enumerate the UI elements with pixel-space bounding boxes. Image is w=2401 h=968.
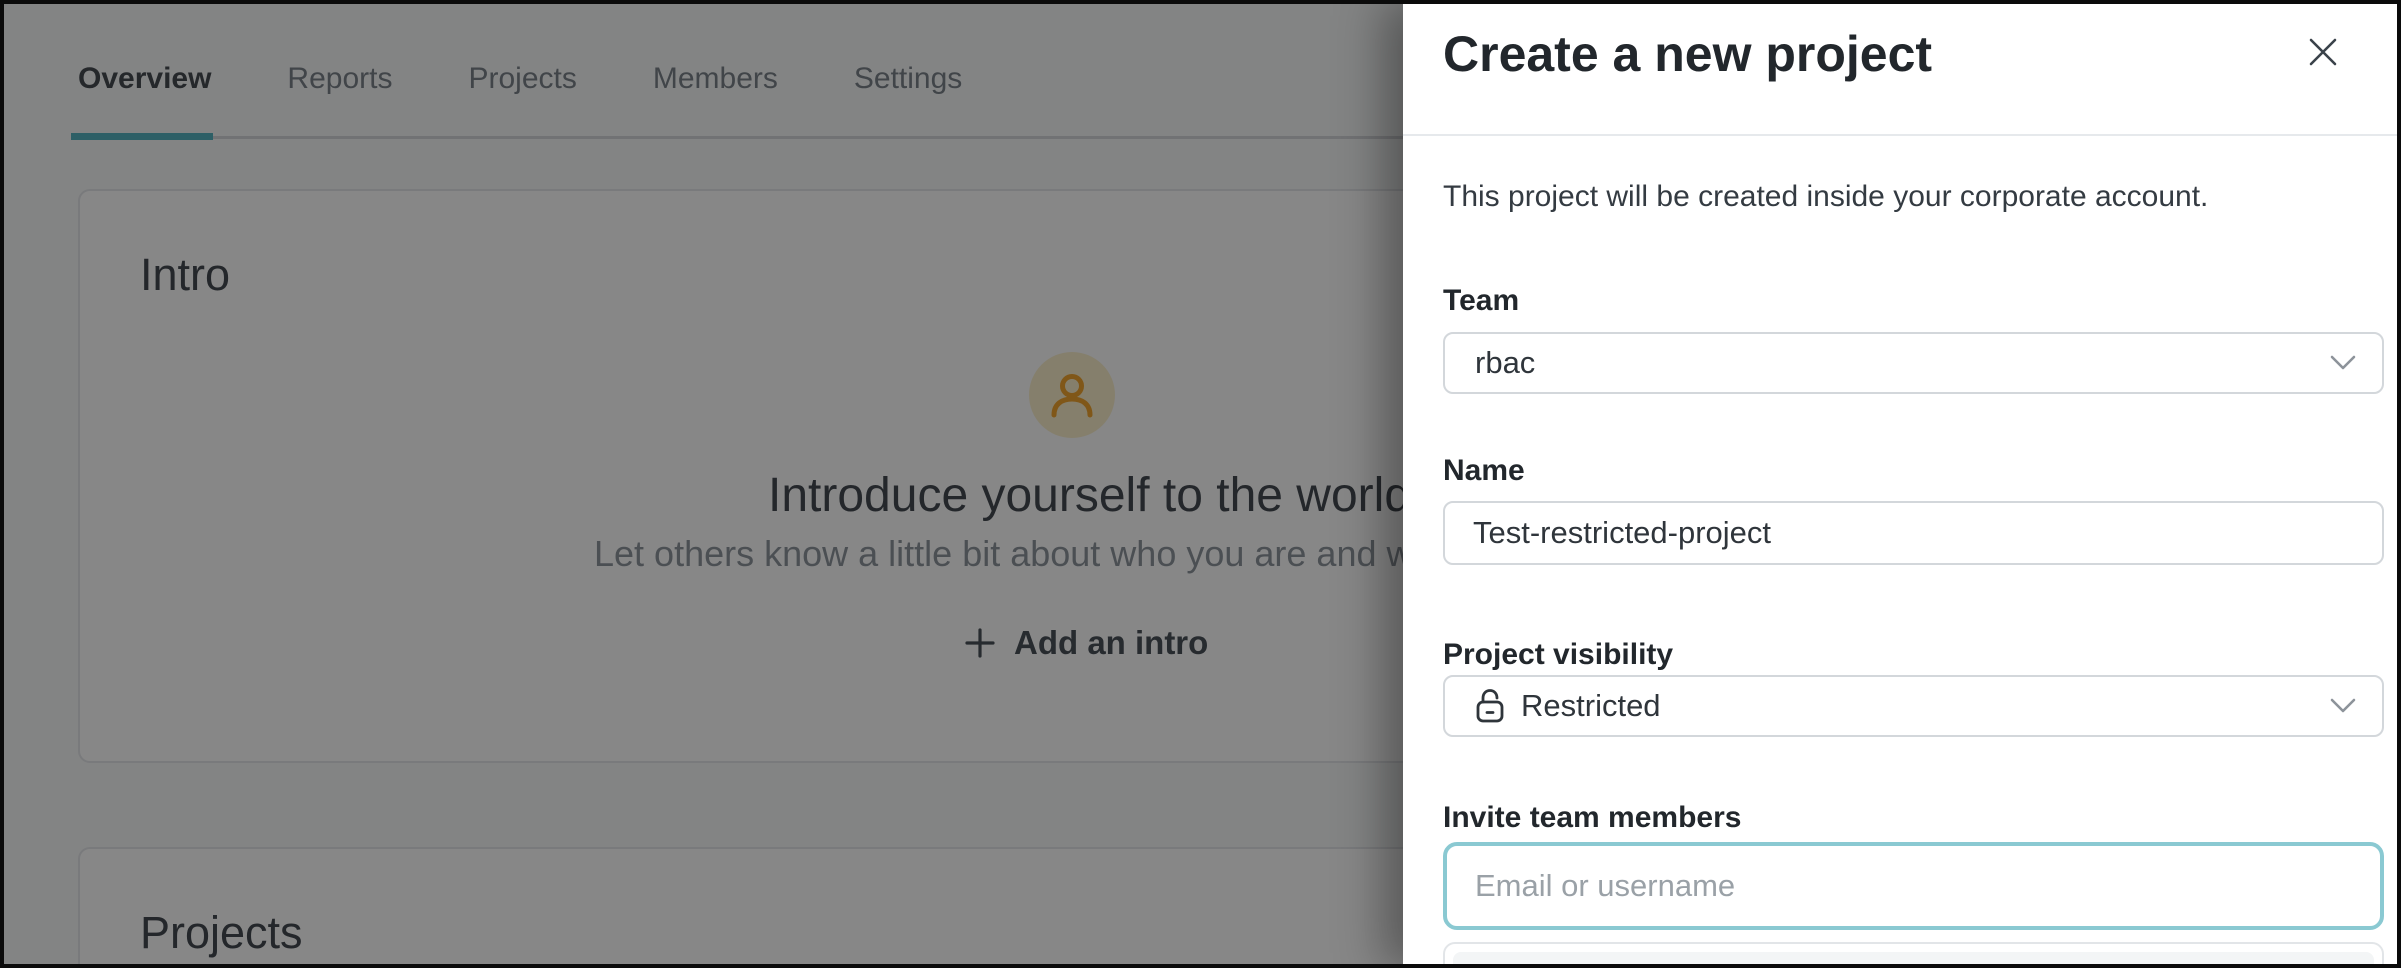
- drawer-title: Create a new project: [1443, 24, 1932, 84]
- project-visibility-label: Project visibility: [1443, 638, 1673, 672]
- create-project-drawer: Create a new project This project will b…: [1403, 0, 2401, 968]
- chevron-down-icon: [2330, 698, 2356, 714]
- name-label: Name: [1443, 454, 1525, 488]
- screenshot-root: Overview Reports Projects Members Settin…: [0, 0, 2401, 968]
- team-label: Team: [1443, 284, 1519, 318]
- project-visibility-value: Restricted: [1521, 688, 1661, 724]
- drawer-header-divider: [1403, 134, 2401, 136]
- chevron-down-icon: [2330, 355, 2356, 371]
- team-select[interactable]: rbac: [1443, 332, 2384, 394]
- project-name-input[interactable]: [1443, 501, 2384, 565]
- suggestion-panel-inner: [1453, 952, 2374, 968]
- close-icon: [2307, 36, 2339, 68]
- project-visibility-select[interactable]: Restricted: [1443, 675, 2384, 737]
- invite-members-input[interactable]: [1443, 842, 2384, 930]
- team-select-value: rbac: [1475, 345, 1535, 381]
- lock-icon: [1475, 688, 1505, 724]
- invite-team-members-label: Invite team members: [1443, 801, 1741, 835]
- close-button[interactable]: [2299, 28, 2347, 76]
- suggestion-panel-partial: [1443, 942, 2384, 968]
- drawer-description: This project will be created inside your…: [1443, 180, 2208, 214]
